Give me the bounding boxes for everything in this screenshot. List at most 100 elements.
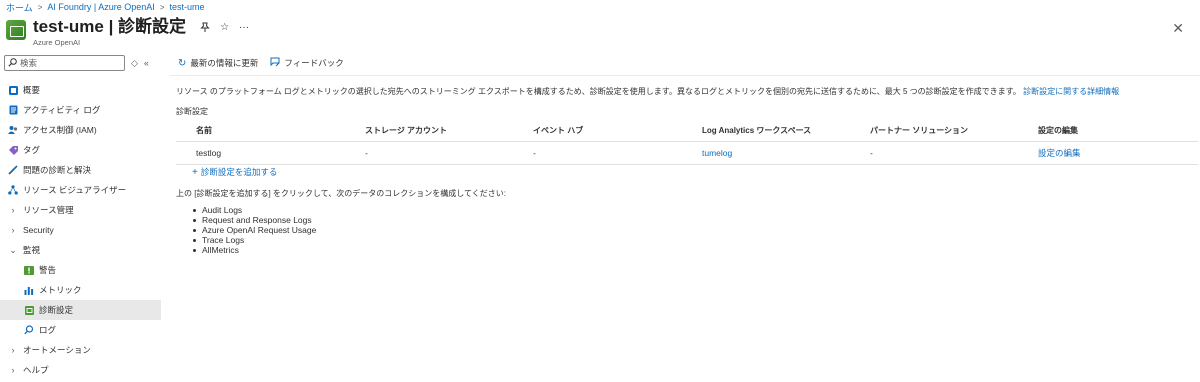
category-label: Azure OpenAI Request Usage <box>202 225 317 235</box>
diagnostic-settings-table: 名前 ストレージ アカウント イベント ハブ Log Analytics ワーク… <box>176 119 1198 165</box>
sidebar-item-overview[interactable]: 概要 <box>0 80 161 100</box>
alert-icon <box>24 265 34 275</box>
sidebar-item-alerts[interactable]: 警告 <box>0 260 161 280</box>
sidebar-item-label: ログ <box>39 325 57 335</box>
logs-icon <box>24 325 34 335</box>
metrics-icon <box>24 285 34 295</box>
sidebar-item-label: 概要 <box>23 85 41 95</box>
learn-more-link[interactable]: 診断設定に関する詳細情報 <box>1023 87 1119 96</box>
sidebar-group-monitoring[interactable]: ⌄ 監視 <box>0 240 161 260</box>
tag-icon <box>8 145 18 155</box>
log-analytics-workspace-link[interactable]: tumelog <box>702 148 870 158</box>
search-input[interactable] <box>20 58 120 68</box>
list-item: Audit Logs <box>193 205 316 215</box>
sidebar-item-visualizer[interactable]: リソース ビジュアライザー <box>0 180 161 200</box>
iam-icon <box>8 125 18 135</box>
toolbar-divider <box>170 75 1200 76</box>
refresh-button[interactable]: ↻ 最新の情報に更新 <box>178 57 258 69</box>
section-label: 診断設定 <box>176 107 208 116</box>
breadcrumb-home[interactable]: ホーム <box>6 1 33 14</box>
wrench-icon <box>8 165 18 175</box>
column-header-event-hub: イベント ハブ <box>533 125 584 135</box>
activity-log-icon <box>8 105 18 115</box>
bullet-icon <box>193 218 196 222</box>
chevron-right-icon: > <box>37 2 43 12</box>
list-item: AllMetrics <box>193 245 316 255</box>
favorite-star-icon[interactable]: ☆ <box>220 22 229 36</box>
description: リソース のプラットフォーム ログとメトリックの選択した宛先へのストリーミング … <box>176 86 1119 97</box>
sidebar-item-diagnostic-settings[interactable]: 診断設定 <box>0 300 161 320</box>
chevron-right-icon: › <box>11 365 15 375</box>
category-label: AllMetrics <box>202 245 239 255</box>
table-row: testlog - - tumelog - 設定の編集 <box>176 142 1198 165</box>
add-diagnostic-setting-link[interactable]: + 診断設定を追加する <box>192 166 277 178</box>
sidebar-item-logs[interactable]: ログ <box>0 320 161 340</box>
category-label: Request and Response Logs <box>202 215 312 225</box>
sidebar-item-label: オートメーション <box>23 345 91 355</box>
collapse-sidebar-icon[interactable]: « <box>144 58 149 68</box>
event-hub-value: - <box>533 148 536 158</box>
search-options-icon[interactable]: ◇ <box>131 58 138 69</box>
main-content: ↻ 最新の情報に更新 フィードバック リソース のプラットフォーム ログとメトリ… <box>170 55 1200 255</box>
sidebar-item-label: タグ <box>23 145 41 155</box>
sidebar-item-label: 問題の診断と解決 <box>23 165 92 175</box>
chevron-right-icon: › <box>11 345 15 355</box>
sidebar-group-automation[interactable]: › オートメーション <box>0 340 161 360</box>
visualizer-icon <box>8 185 18 195</box>
sidebar-item-label: メトリック <box>39 285 82 295</box>
sidebar-item-label: ヘルプ <box>23 365 49 375</box>
bullet-icon <box>193 238 196 242</box>
chevron-right-icon: › <box>11 225 15 235</box>
instructions-text: 上の [診断設定を追加する] をクリックして、次のデータのコレクションを構成して… <box>176 189 506 198</box>
storage-account-value: - <box>365 148 368 158</box>
overview-icon <box>8 85 18 95</box>
partner-solution-value: - <box>870 148 873 158</box>
chevron-down-icon: ⌄ <box>9 244 17 255</box>
sidebar-item-label: 診断設定 <box>39 305 74 315</box>
toolbar: ↻ 最新の情報に更新 フィードバック <box>178 55 1200 71</box>
column-header-name: 名前 <box>196 125 212 135</box>
sidebar-group-security[interactable]: › Security <box>0 220 161 240</box>
search-box[interactable] <box>4 55 125 71</box>
breadcrumb-ai-foundry[interactable]: AI Foundry | Azure OpenAI <box>47 2 154 12</box>
plus-icon: + <box>192 166 198 178</box>
sidebar-item-iam[interactable]: アクセス制御 (IAM) <box>0 120 161 140</box>
category-label: Trace Logs <box>202 235 245 245</box>
list-item: Trace Logs <box>193 235 316 245</box>
more-options-icon[interactable]: ··· <box>239 22 249 36</box>
close-icon[interactable]: ✕ <box>1172 20 1184 37</box>
column-header-edit: 設定の編集 <box>1038 125 1078 135</box>
list-item: Request and Response Logs <box>193 215 316 225</box>
page-header: test-ume | 診断設定 Azure OpenAI ☆ ··· <box>6 16 249 47</box>
column-header-storage: ストレージ アカウント <box>365 125 448 135</box>
add-diagnostic-setting-label: 診断設定を追加する <box>200 167 278 177</box>
sidebar-item-label: 監視 <box>23 245 41 255</box>
sidebar-group-resource-management[interactable]: › リソース管理 <box>0 200 161 220</box>
column-header-partner: パートナー ソリューション <box>870 125 969 135</box>
page-title: test-ume | 診断設定 <box>33 17 187 36</box>
breadcrumb-resource[interactable]: test-ume <box>169 2 204 12</box>
category-label: Audit Logs <box>202 205 243 215</box>
sidebar-item-diagnose[interactable]: 問題の診断と解決 <box>0 160 161 180</box>
bullet-icon <box>193 208 196 212</box>
sidebar-item-tags[interactable]: タグ <box>0 140 161 160</box>
sidebar-item-label: Security <box>23 225 54 235</box>
sidebar-item-label: アクセス制御 (IAM) <box>23 125 97 135</box>
bullet-icon <box>193 228 196 232</box>
sidebar-item-activity-log[interactable]: アクティビティ ログ <box>0 100 161 120</box>
sidebar-item-label: リソース管理 <box>23 205 74 215</box>
chevron-right-icon: › <box>11 205 15 215</box>
column-header-log-analytics: Log Analytics ワークスペース <box>702 125 812 135</box>
feedback-button[interactable]: フィードバック <box>270 57 344 70</box>
chevron-right-icon: > <box>159 2 165 12</box>
edit-setting-link[interactable]: 設定の編集 <box>1038 147 1198 159</box>
sidebar-item-metrics[interactable]: メトリック <box>0 280 161 300</box>
table-header-row: 名前 ストレージ アカウント イベント ハブ Log Analytics ワーク… <box>176 119 1198 142</box>
sidebar-item-label: リソース ビジュアライザー <box>23 185 127 195</box>
pin-icon[interactable] <box>200 22 210 36</box>
sidebar-group-help[interactable]: › ヘルプ <box>0 360 161 380</box>
description-text: リソース のプラットフォーム ログとメトリックの選択した宛先へのストリーミング … <box>176 87 1021 96</box>
search-icon <box>8 57 17 69</box>
sidebar-item-label: 警告 <box>39 265 57 275</box>
diagnostic-settings-resource-icon <box>6 20 26 40</box>
